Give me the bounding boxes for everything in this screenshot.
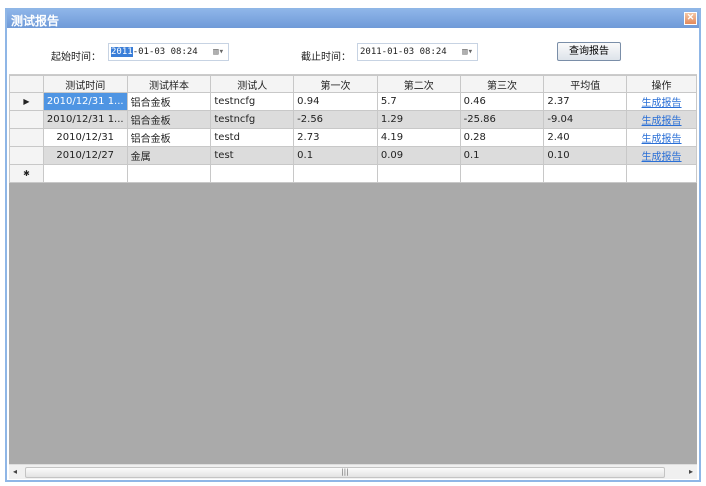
- end-time-picker[interactable]: 2011-01-03 08:24 ▥▾: [357, 43, 478, 61]
- row-header[interactable]: ▶: [9, 92, 44, 111]
- table-cell[interactable]: 铝合金板: [126, 128, 212, 147]
- table-cell[interactable]: 4.19: [376, 128, 461, 147]
- start-rest: -01-03 08:24: [132, 47, 198, 57]
- column-header[interactable]: 测试样本: [126, 75, 212, 93]
- generate-report-link[interactable]: 生成报告: [642, 152, 682, 163]
- table-cell[interactable]: [210, 164, 295, 183]
- scroll-left-icon[interactable]: ◂: [13, 467, 17, 476]
- column-header[interactable]: 测试人: [210, 75, 295, 93]
- table-cell[interactable]: 铝合金板: [126, 110, 212, 129]
- table-cell[interactable]: 0.10: [543, 146, 628, 165]
- table-cell[interactable]: -25.86: [459, 110, 545, 129]
- title-bar: 测试报告 ✕: [7, 10, 699, 28]
- table-cell[interactable]: 5.7: [376, 92, 461, 111]
- calendar-dropdown-icon[interactable]: ▥▾: [213, 47, 224, 57]
- new-row-marker: ✱: [9, 164, 44, 183]
- table-cell[interactable]: 2010/12/31: [42, 128, 128, 147]
- table-cell[interactable]: 0.1: [459, 146, 545, 165]
- table-cell[interactable]: 2010/12/27: [42, 146, 128, 165]
- table-cell[interactable]: 2010/12/31 1...: [42, 92, 128, 111]
- generate-report-link[interactable]: 生成报告: [642, 116, 682, 127]
- calendar-dropdown-icon[interactable]: ▥▾: [462, 47, 473, 57]
- table-cell[interactable]: 生成报告: [626, 146, 697, 165]
- table-cell[interactable]: 2.37: [543, 92, 628, 111]
- scroll-right-icon[interactable]: ▸: [689, 467, 693, 476]
- generate-report-link[interactable]: 生成报告: [642, 134, 682, 145]
- column-header[interactable]: 第三次: [459, 75, 545, 93]
- row-header[interactable]: [9, 128, 44, 147]
- row-header-corner: [9, 75, 44, 93]
- query-report-button[interactable]: 查询报告: [557, 42, 621, 61]
- table-row[interactable]: 2010/12/27 金属 test 0.1 0.09 0.1 0.10 生成报告: [9, 146, 697, 165]
- table-cell[interactable]: -9.04: [543, 110, 628, 129]
- end-value: 2011-01-03 08:24: [360, 47, 447, 57]
- row-header[interactable]: [9, 146, 44, 165]
- table-cell[interactable]: [459, 164, 545, 183]
- table-cell[interactable]: testncfg: [210, 110, 295, 129]
- table-cell[interactable]: 铝合金板: [126, 92, 212, 111]
- column-header[interactable]: 第二次: [376, 75, 461, 93]
- table-cell[interactable]: [543, 164, 628, 183]
- table-row[interactable]: 2010/12/31 铝合金板 testd 2.73 4.19 0.28 2.40 生成报告: [9, 128, 697, 147]
- table-cell[interactable]: 1.29: [376, 110, 461, 129]
- table-cell[interactable]: 2.40: [543, 128, 628, 147]
- table-cell[interactable]: 2010/12/31 1...: [42, 110, 128, 129]
- table-cell[interactable]: 生成报告: [626, 128, 697, 147]
- new-row[interactable]: ✱: [9, 164, 697, 183]
- column-header[interactable]: 操作: [626, 75, 697, 93]
- table-cell[interactable]: -2.56: [293, 110, 378, 129]
- generate-report-link[interactable]: 生成报告: [642, 98, 682, 109]
- table-cell[interactable]: [42, 164, 128, 183]
- start-time-label: 起始时间：: [51, 52, 101, 63]
- table-cell[interactable]: 2.73: [293, 128, 378, 147]
- table-cell[interactable]: [376, 164, 461, 183]
- table-cell[interactable]: 金属: [126, 146, 212, 165]
- scroll-thumb[interactable]: |||: [25, 467, 665, 478]
- column-header[interactable]: 第一次: [293, 75, 378, 93]
- table-cell[interactable]: testd: [210, 128, 295, 147]
- close-icon[interactable]: ✕: [684, 12, 697, 25]
- report-window: 测试报告 ✕ 起始时间： 2011-01-03 08:24 ▥▾ 截止时间： 20…: [5, 8, 701, 482]
- horizontal-scrollbar[interactable]: ◂ ||| ▸: [9, 464, 697, 479]
- start-time-picker[interactable]: 2011-01-03 08:24 ▥▾: [108, 43, 229, 61]
- data-grid: 测试时间 测试样本 测试人 第一次 第二次 第三次 平均值 操作 ▶ 2010/12/31 1.…: [9, 74, 697, 464]
- table-cell[interactable]: [293, 164, 378, 183]
- table-cell[interactable]: 0.94: [293, 92, 378, 111]
- table-cell[interactable]: test: [210, 146, 295, 165]
- table-cell[interactable]: 0.09: [376, 146, 461, 165]
- window-title: 测试报告: [11, 14, 60, 28]
- table-cell[interactable]: [126, 164, 212, 183]
- table-cell[interactable]: testncfg: [210, 92, 295, 111]
- table-cell[interactable]: 0.1: [293, 146, 378, 165]
- row-header[interactable]: [9, 110, 44, 129]
- table-cell[interactable]: [626, 164, 697, 183]
- table-cell[interactable]: 生成报告: [626, 92, 697, 111]
- table-cell[interactable]: 0.46: [459, 92, 545, 111]
- table-row[interactable]: ▶ 2010/12/31 1... 铝合金板 testncfg 0.94 5.7 0.46 2…: [9, 92, 697, 111]
- table-row[interactable]: 2010/12/31 1... 铝合金板 testncfg -2.56 1.29 -25.…: [9, 110, 697, 129]
- column-header[interactable]: 测试时间: [42, 75, 128, 93]
- table-cell[interactable]: 0.28: [459, 128, 545, 147]
- column-header[interactable]: 平均值: [543, 75, 628, 93]
- table-cell[interactable]: 生成报告: [626, 110, 697, 129]
- start-year: 2011: [111, 47, 133, 57]
- end-time-label: 截止时间：: [301, 52, 351, 63]
